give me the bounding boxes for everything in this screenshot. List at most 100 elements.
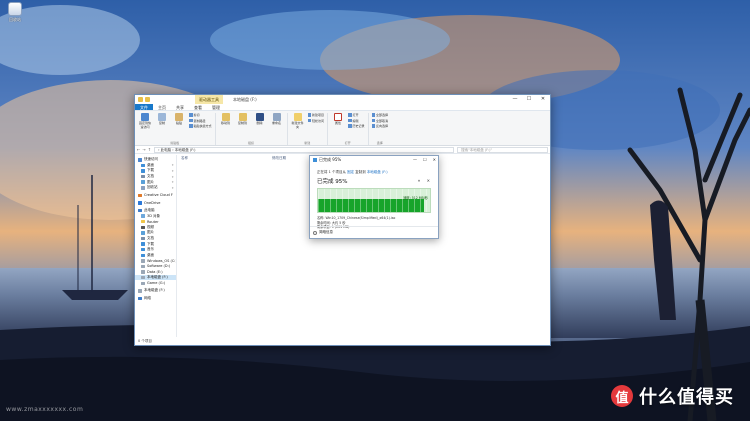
- cube-icon: [141, 214, 145, 218]
- nav-label: 本地磁盘 (F:): [147, 275, 168, 280]
- invert-selection-label: 反向选择: [376, 124, 389, 128]
- pause-button[interactable]: ⏸: [418, 178, 420, 183]
- close-button[interactable]: ✕: [536, 95, 550, 104]
- new-folder-button[interactable]: 新建文件夹: [291, 113, 305, 129]
- easy-access-icon: [307, 118, 312, 123]
- copy-path-label: 复制路径: [193, 118, 206, 123]
- pin-icon: ✦: [171, 180, 174, 185]
- nav-label: 回收站: [147, 185, 158, 190]
- copy-dest-link[interactable]: 本地磁盘 (F:): [367, 170, 388, 174]
- select-none-button[interactable]: 全部取消: [371, 119, 388, 123]
- group-label-open: 打开: [344, 141, 351, 145]
- recycle-bin-desktop-icon[interactable]: 回收站: [4, 2, 26, 22]
- copy-path-button[interactable]: 复制路径: [189, 119, 212, 123]
- nav-label: Router: [147, 219, 159, 224]
- delete-button[interactable]: 删除: [253, 113, 267, 126]
- nav-label: 下载: [147, 241, 154, 246]
- paste-shortcut-button[interactable]: 粘贴快捷方式: [189, 124, 212, 128]
- column-name[interactable]: 名称: [177, 155, 272, 161]
- nav-label: 网络: [144, 295, 151, 300]
- copy-to-button[interactable]: 复制到: [236, 113, 250, 126]
- select-all-button[interactable]: 全部选择: [371, 113, 389, 117]
- tab-home[interactable]: 主页: [153, 104, 171, 110]
- dialog-minimize-button[interactable]: —: [413, 156, 417, 164]
- dialog-title: 已完成 95%: [319, 157, 342, 162]
- desktop-icon: [141, 163, 145, 168]
- nav-label: Creative Cloud F: [144, 193, 173, 198]
- tab-manage[interactable]: 管理: [207, 104, 225, 110]
- ribbon-group-organize: 移动到 复制到 删除 重命名 组织: [219, 113, 288, 145]
- document-icon: [141, 174, 145, 179]
- properties-button[interactable]: 属性: [331, 113, 345, 126]
- search-input[interactable]: 搜索"本地磁盘 (F:)": [457, 146, 548, 153]
- nav-label: 此电脑: [144, 208, 155, 213]
- paste-button[interactable]: 粘贴: [172, 113, 186, 126]
- dialog-titlebar[interactable]: 已完成 95% — ☐ ✕: [310, 156, 438, 164]
- easy-access-button[interactable]: 轻松访问: [307, 118, 325, 123]
- drive-tools-tab[interactable]: 驱动器工具: [195, 95, 223, 104]
- tab-share[interactable]: 共享: [171, 104, 189, 110]
- tab-view[interactable]: 查看: [189, 104, 207, 110]
- nav-label: 本地磁盘 (F:): [144, 288, 165, 293]
- rename-icon: [272, 113, 281, 121]
- folder-icon: [141, 219, 145, 224]
- open-label: 打开: [352, 113, 359, 117]
- address-bar: ← → ↑ › 此电脑 › 本地磁盘 (F:) 搜索"本地磁盘 (F:)": [135, 146, 550, 154]
- dialog-close-button[interactable]: ✕: [433, 156, 436, 164]
- window-title: 本地磁盘 (F:): [233, 97, 257, 102]
- video-icon: [141, 225, 145, 230]
- watermark-badge: 值: [611, 385, 633, 407]
- tab-file[interactable]: 文件: [135, 104, 153, 110]
- group-label-organize: 组织: [248, 141, 255, 145]
- less-details-label: 简略信息: [319, 230, 333, 234]
- delete-label: 删除: [256, 121, 263, 125]
- nav-label: 文档: [147, 174, 154, 179]
- rename-button[interactable]: 重命名: [270, 113, 284, 126]
- desktop-icon-label: 回收站: [9, 17, 21, 22]
- rename-label: 重命名: [272, 121, 282, 125]
- ribbon-group-select: 全部选择 全部取消 反向选择 选择: [371, 113, 392, 145]
- computer-icon: [138, 208, 142, 213]
- pin-icon: [141, 113, 149, 121]
- move-to-button[interactable]: 移动到: [219, 113, 233, 126]
- cancel-button[interactable]: ✕: [427, 178, 430, 183]
- drive-icon: [141, 275, 145, 280]
- quick-access-toolbar: [135, 97, 150, 102]
- edit-button[interactable]: 编辑: [348, 119, 365, 123]
- desktop-icon: [141, 253, 145, 258]
- copy-label: 复制: [158, 121, 165, 125]
- invert-selection-button[interactable]: 反向选择: [371, 124, 389, 128]
- nav-label: Windows_OS (C:): [147, 258, 177, 263]
- explorer-titlebar[interactable]: 驱动器工具 本地磁盘 (F:) — ☐ ✕: [135, 95, 550, 104]
- pin-quick-access-button[interactable]: 固定到快速访问: [138, 113, 152, 129]
- less-details-button[interactable]: 简略信息: [313, 230, 333, 235]
- up-button[interactable]: ↑: [148, 147, 151, 152]
- back-button[interactable]: ←: [137, 147, 140, 152]
- select-all-icon: [371, 113, 376, 117]
- properties-qa-icon[interactable]: [145, 97, 150, 102]
- move-to-icon: [221, 113, 230, 121]
- history-button[interactable]: 历史记录: [348, 124, 365, 128]
- select-all-label: 全部选择: [376, 113, 389, 117]
- cut-button[interactable]: 剪切: [189, 113, 212, 117]
- maximize-button[interactable]: ☐: [522, 95, 536, 104]
- paste-label: 粘贴: [175, 121, 182, 125]
- drive-icon: [141, 259, 145, 263]
- nav-network[interactable]: 网络: [135, 296, 176, 302]
- edit-icon: [348, 118, 352, 123]
- dialog-maximize-button[interactable]: ☐: [423, 156, 427, 164]
- easy-access-label: 轻松访问: [312, 118, 325, 123]
- address-path[interactable]: › 此电脑 › 本地磁盘 (F:): [154, 146, 455, 153]
- minimize-button[interactable]: —: [508, 95, 522, 104]
- pin-icon: ✦: [171, 163, 174, 168]
- copy-to-label: 复制到: [238, 121, 248, 125]
- new-folder-icon: [293, 113, 302, 121]
- recycle-bin-icon: [8, 2, 22, 16]
- copy-button[interactable]: 复制: [155, 113, 169, 126]
- nav-label: 图片: [147, 179, 154, 184]
- watermark-text: 什么值得买: [639, 387, 734, 408]
- forward-button[interactable]: →: [142, 147, 145, 152]
- cut-label: 剪切: [193, 113, 200, 117]
- new-item-button[interactable]: 新建项目: [307, 113, 324, 117]
- open-button[interactable]: 打开: [348, 113, 365, 117]
